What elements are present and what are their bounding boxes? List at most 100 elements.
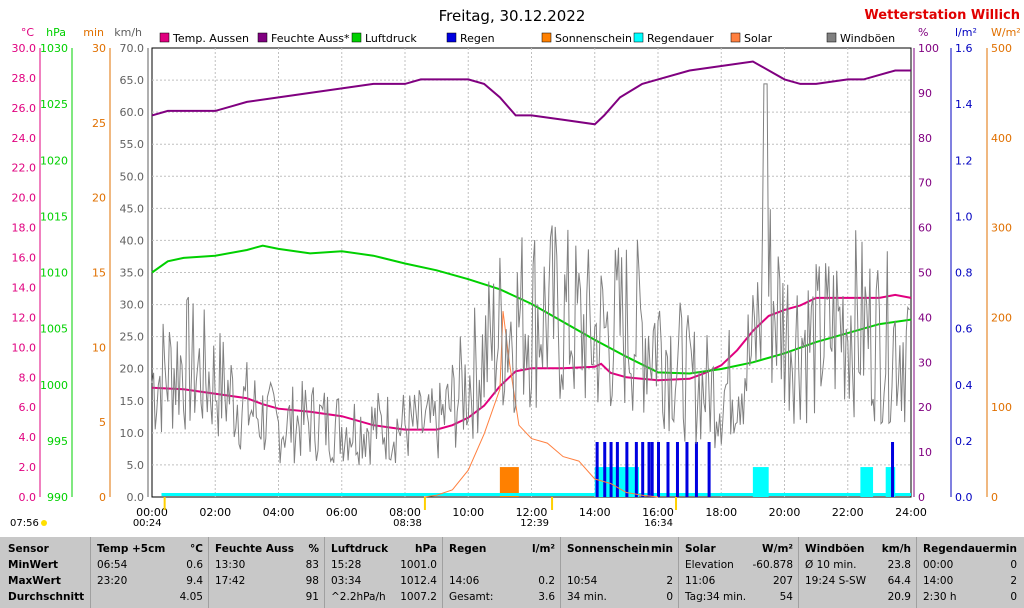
axis-tick-left: 10.0 (120, 427, 145, 440)
stats-label: 23:20 (97, 575, 128, 587)
axis-tick-right: 0.0 (955, 491, 973, 504)
axis-unit-right: l/m² (955, 26, 977, 39)
axis-tick-right: 100 (991, 401, 1012, 414)
stats-value: °C (190, 543, 203, 555)
legend-swatch (257, 32, 268, 43)
axis-tick-right: 400 (991, 132, 1012, 145)
stats-label: 11:06 (685, 575, 716, 587)
stats-value: l/m² (532, 543, 555, 555)
stats-value: 0.6 (186, 559, 203, 571)
axis-tick-left: 14.0 (12, 281, 37, 294)
axis-tick-left: 65.0 (120, 74, 145, 87)
stats-value: 0 (666, 591, 673, 603)
axis-tick-right: 1.4 (955, 98, 973, 111)
stats-value: min (650, 543, 673, 555)
stats-column: Sensor MinWert MaxWert Durchschnitt (4, 537, 90, 608)
legend-swatch (446, 32, 457, 43)
legend-label: Sonnenschein (555, 32, 632, 45)
stats-column: Windböen km/h Ø 10 min. 23.8 19:24 S-SW 64.4 2… (798, 537, 917, 608)
stats-label: Gesamt: (449, 591, 494, 603)
x-tick-label: 14:00 (579, 506, 611, 519)
axis-tick-left: 2.0 (19, 461, 37, 474)
x-tick-label: 04:00 (263, 506, 295, 519)
stats-label: Regen (449, 543, 487, 555)
rain-bar (666, 442, 670, 497)
axis-tick-left: 45.0 (120, 202, 145, 215)
axis-tick-left: 60.0 (120, 106, 145, 119)
legend-swatch (351, 32, 362, 43)
stats-column: Feuchte Auss% 13:30 83 17:42 98 91 (208, 537, 325, 608)
axis-tick-left: 5.0 (127, 459, 145, 472)
stats-label: Ø 10 min. (805, 559, 857, 571)
legend-label: Regen (460, 32, 495, 45)
stats-label: 14:00 (923, 575, 954, 587)
rain-bar (625, 442, 629, 497)
stats-value: 4.05 (179, 591, 203, 603)
axis-tick-left: 1020 (40, 154, 68, 167)
axis-tick-left: 25 (92, 117, 106, 130)
axis-tick-right: 10 (918, 446, 932, 459)
stats-value: min (994, 543, 1017, 555)
stats-label: Sensor (8, 543, 49, 555)
stats-value: 207 (772, 575, 793, 587)
axis-tick-left: 30.0 (12, 42, 37, 55)
x-tick-label: 24:00 (895, 506, 927, 519)
stats-value: 0 (1010, 591, 1017, 603)
stats-value: 1001.0 (400, 559, 437, 571)
axis-tick-right: 300 (991, 222, 1012, 235)
axis-tick-left: 0 (99, 491, 106, 504)
axis-tick-left: 35.0 (120, 267, 145, 280)
axis-tick-right: 50 (918, 267, 932, 280)
stats-column: Regen l/m² 14:06 0.2 Gesamt: 3.6 (442, 537, 561, 608)
stats-value: km/h (881, 543, 911, 555)
legend-swatch (541, 32, 552, 43)
stats-label: Elevation (685, 559, 734, 571)
stats-label: 15:28 (331, 559, 362, 571)
axis-tick-left: 0.0 (19, 491, 37, 504)
axis-tick-left: 30.0 (120, 299, 145, 312)
axis-tick-right: 80 (918, 132, 932, 145)
axis-tick-right: 500 (991, 42, 1012, 55)
rain-bar (707, 442, 711, 497)
rain-bar (675, 442, 679, 497)
stats-column: Regendauer min 00:00 0 14:00 2 2:30 h 0 (916, 537, 1023, 608)
axis-unit-right: W/m² (991, 26, 1021, 39)
axis-tick-right: 30 (918, 356, 932, 369)
axis-tick-left: 5 (99, 416, 106, 429)
stats-label: 2:30 h (923, 591, 957, 603)
axis-tick-left: 30 (92, 42, 106, 55)
axis-tick-left: 20.0 (12, 192, 37, 205)
axis-tick-left: 15.0 (120, 395, 145, 408)
rain-bar (609, 442, 613, 497)
stats-value: 83 (305, 559, 319, 571)
rain-bar (657, 442, 660, 497)
axis-tick-left: 1000 (40, 379, 68, 392)
legend-swatch (730, 32, 741, 43)
axis-tick-right: 20 (918, 401, 932, 414)
stats-label: 14:06 (449, 575, 480, 587)
stats-value: W/m² (762, 543, 793, 555)
stats-label: 19:24 S-SW (805, 575, 867, 587)
axis-tick-left: 70.0 (120, 42, 145, 55)
axis-tick-right: 60 (918, 222, 932, 235)
axis-tick-right: 200 (991, 311, 1012, 324)
stats-label: 13:30 (215, 559, 246, 571)
stats-label: Solar (685, 543, 716, 555)
axis-tick-right: 0.8 (955, 267, 973, 280)
stats-value: 0.2 (538, 575, 555, 587)
axis-tick-left: 18.0 (12, 222, 37, 235)
statistics-table: Sensor MinWert MaxWert Durchschnitt Temp +5c… (0, 537, 1024, 608)
stats-label: Temp +5cm (97, 543, 166, 555)
axis-tick-left: 26.0 (12, 102, 37, 115)
legend-label: Feuchte Auss* (271, 32, 350, 45)
time-marker-label: 08:38 (393, 518, 422, 529)
rain-duration-baseline (161, 493, 912, 496)
axis-tick-left: 0.0 (127, 491, 145, 504)
axis-tick-right: 0.4 (955, 379, 973, 392)
stats-label: 06:54 (97, 559, 128, 571)
x-tick-label: 06:00 (326, 506, 358, 519)
weather-chart: Freitag, 30.12.2022 Wetterstation Willic… (10, 7, 1021, 529)
axis-tick-left: 1015 (40, 210, 68, 223)
axis-tick-left: 12.0 (12, 311, 37, 324)
stats-label: Windböen (805, 543, 865, 555)
